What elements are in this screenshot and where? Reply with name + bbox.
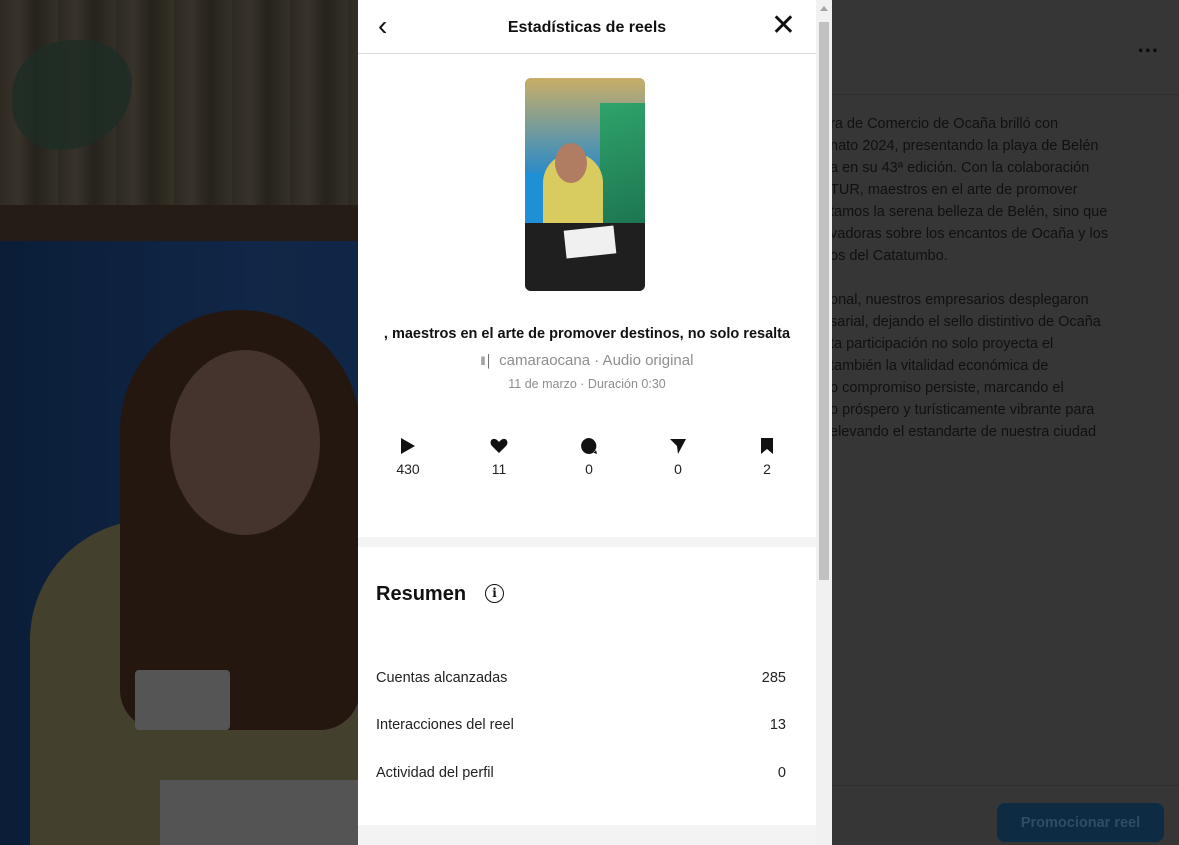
metric-row-profile-activity[interactable]: Actividad del perfil 0 <box>376 765 796 781</box>
reel-insights-modal: ‹ Estadísticas de reels ✕ , maestros en … <box>358 0 832 845</box>
reel-thumbnail[interactable] <box>525 78 645 291</box>
heart-icon <box>469 433 529 459</box>
modal-scrollbar[interactable] <box>816 0 832 845</box>
stat-likes-value: 11 <box>491 461 507 477</box>
stat-comments: 0 <box>559 433 619 477</box>
modal-title: Estadísticas de reels <box>507 19 667 36</box>
info-icon[interactable]: i <box>485 584 504 603</box>
scrollbar-thumb[interactable] <box>819 22 829 580</box>
thumbnail-banner <box>600 103 645 243</box>
reel-caption: , maestros en el arte de promover destin… <box>383 326 791 342</box>
play-icon <box>378 433 438 459</box>
thumbnail-person-head <box>555 143 587 183</box>
stat-plays-value: 430 <box>396 461 420 477</box>
metric-value: 13 <box>769 717 786 733</box>
summary-title: Resumen <box>376 583 467 605</box>
stat-shares: 0 <box>648 433 708 477</box>
comment-icon <box>559 433 619 459</box>
metric-label: Interacciones del reel <box>376 717 514 733</box>
stat-comments-value: 0 <box>585 461 593 477</box>
metric-row-accounts-reached: Cuentas alcanzadas 285 <box>376 670 796 686</box>
metric-label: Actividad del perfil <box>376 765 494 781</box>
metric-value: 285 <box>761 670 786 686</box>
thumbnail-paper <box>563 225 617 259</box>
bookmark-icon <box>737 433 797 459</box>
stat-plays: 430 <box>378 433 438 477</box>
metric-row-reel-interactions[interactable]: Interacciones del reel 13 <box>376 717 796 733</box>
scroll-up-arrow-icon[interactable] <box>820 6 828 11</box>
stat-likes: 11 <box>469 433 529 477</box>
stat-saves: 2 <box>737 433 797 477</box>
audio-waveform-icon: ‖│ <box>480 354 493 368</box>
stat-shares-value: 0 <box>674 461 682 477</box>
metric-label: Cuentas alcanzadas <box>376 670 508 686</box>
modal-header: ‹ Estadísticas de reels ✕ <box>358 0 816 54</box>
section-divider <box>358 537 816 547</box>
share-icon <box>648 433 708 459</box>
metric-value: 0 <box>777 765 786 781</box>
section-divider-bottom <box>358 825 816 845</box>
close-icon[interactable]: ✕ <box>771 11 796 41</box>
reel-audio[interactable]: ‖│ camaraocana · Audio original <box>358 352 816 369</box>
stat-saves-value: 2 <box>763 461 771 477</box>
reel-date-duration: 11 de marzo · Duración 0:30 <box>508 377 666 391</box>
reel-audio-label: camaraocana · Audio original <box>499 352 694 369</box>
